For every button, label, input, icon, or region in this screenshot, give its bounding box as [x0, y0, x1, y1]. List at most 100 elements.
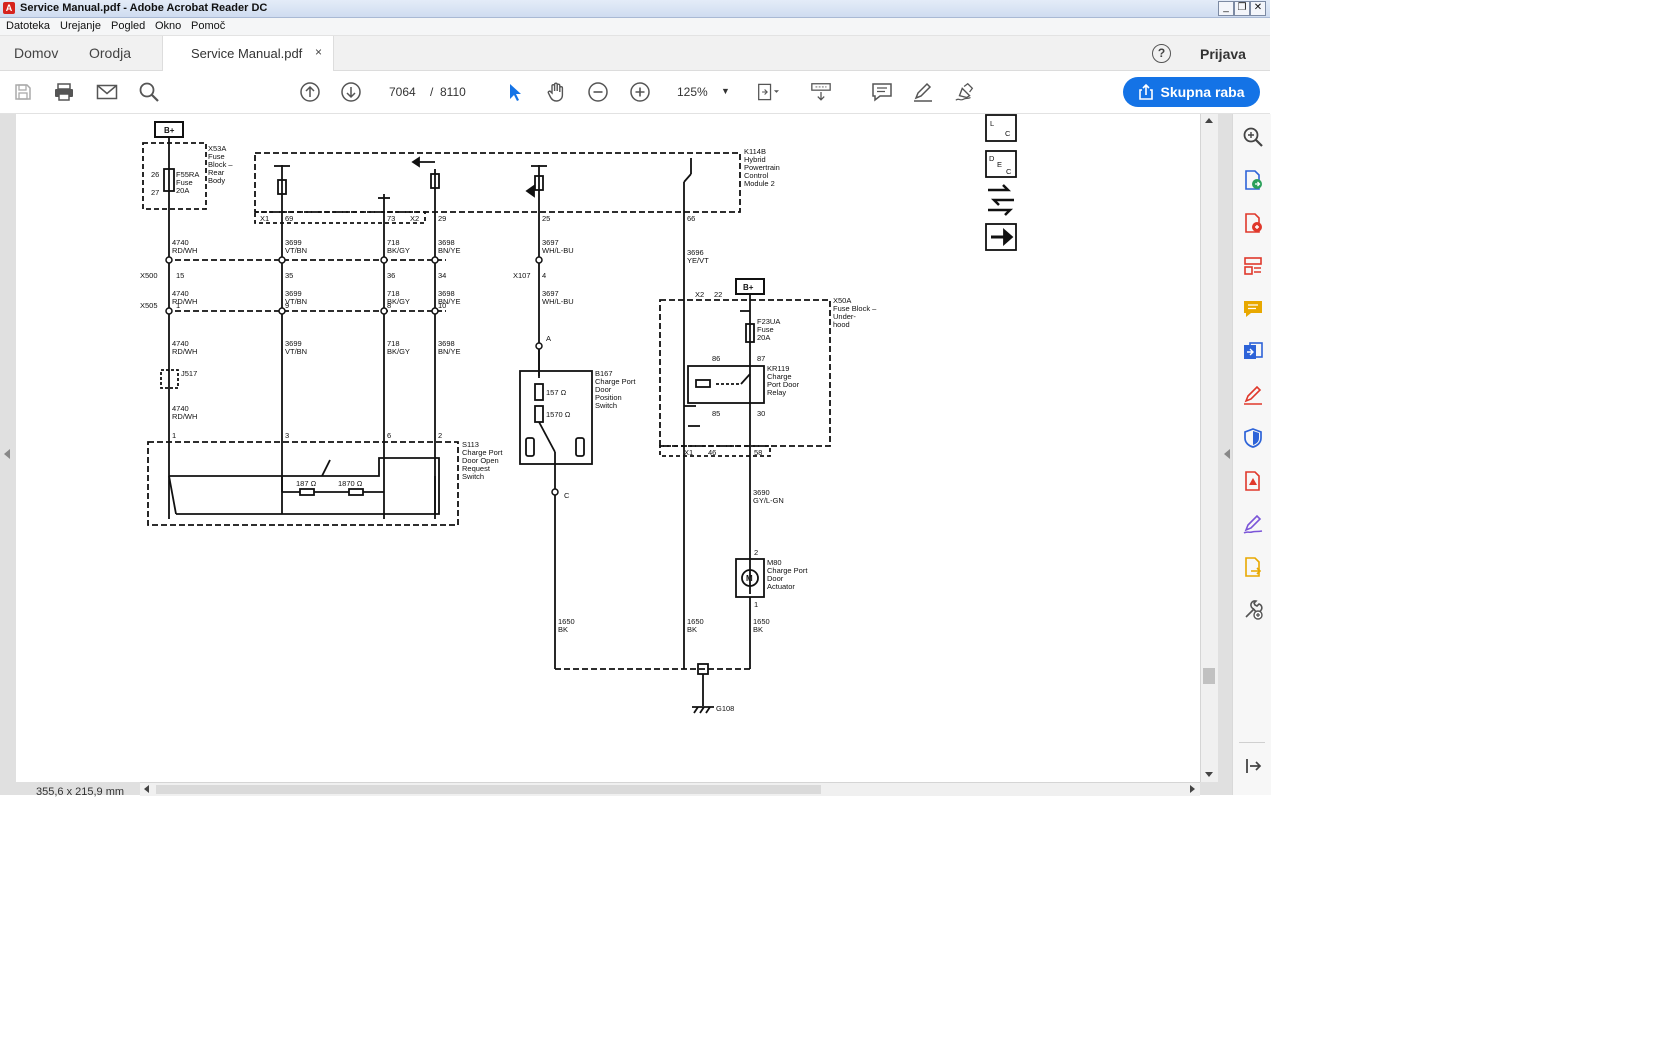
x500-pin: 15 — [176, 271, 184, 280]
right-panel-collapse-icon[interactable] — [1224, 449, 1230, 459]
request-signature-icon[interactable] — [1242, 513, 1264, 535]
wire-label: RD/WH — [172, 412, 197, 421]
organize-pages-icon[interactable] — [1242, 255, 1264, 277]
title-bar: A Service Manual.pdf - Adobe Acrobat Rea… — [0, 0, 1270, 18]
optimize-pdf-icon[interactable] — [1242, 470, 1264, 492]
k114b-conn: X1 — [260, 214, 269, 223]
create-pdf-icon[interactable] — [1242, 212, 1264, 234]
left-panel-toggle-icon[interactable] — [4, 449, 10, 459]
fit-page-icon[interactable] — [757, 81, 779, 103]
menu-edit[interactable]: Urejanje — [60, 20, 101, 32]
scroll-left-icon[interactable] — [144, 785, 149, 793]
wire-label: BN/YE — [438, 347, 461, 356]
kr119-label-4: Relay — [767, 388, 786, 397]
x50a-conn: 22 — [714, 290, 722, 299]
scroll-up-icon[interactable] — [1205, 118, 1213, 123]
close-tab-icon[interactable]: × — [315, 45, 322, 59]
highlight-pen-icon[interactable] — [912, 81, 934, 103]
zoom-level-select[interactable]: 125% — [677, 85, 708, 99]
kr119-pin: 87 — [757, 354, 765, 363]
search-icon[interactable] — [138, 81, 160, 103]
k114b-conn: 73 — [387, 214, 395, 223]
comment-tool-icon[interactable] — [1242, 298, 1264, 320]
wire-label: RD/WH — [172, 246, 197, 255]
x1-pin: 58 — [754, 448, 762, 457]
f23ua-label-3: 20A — [757, 333, 770, 342]
k114b-conn: 66 — [687, 214, 695, 223]
x53a-label-5: Body — [208, 176, 225, 185]
vertical-scroll-thumb[interactable] — [1203, 668, 1215, 684]
wire-label: YE/VT — [687, 256, 709, 265]
wiring-schematic: B+ X53A Fuse Block – Rear Body F55RA Fus… — [140, 114, 1017, 714]
minimize-button[interactable]: _ — [1218, 1, 1234, 16]
help-icon[interactable]: ? — [1152, 44, 1171, 63]
zoom-in-icon[interactable] — [629, 81, 651, 103]
restore-button[interactable]: ❐ — [1234, 1, 1250, 16]
horizontal-scroll-thumb[interactable] — [156, 785, 821, 794]
document-tab-label: Service Manual.pdf — [191, 46, 303, 61]
more-tools-icon[interactable] — [1242, 599, 1264, 621]
zoom-tool-icon[interactable] — [1242, 126, 1264, 148]
m80-label-4: Actuator — [767, 582, 795, 591]
zoom-dropdown-icon[interactable]: ▼ — [721, 86, 730, 96]
vertical-scrollbar[interactable] — [1200, 114, 1218, 782]
wire-label: BK/GY — [387, 347, 410, 356]
share-button[interactable]: Skupna raba — [1123, 77, 1260, 107]
email-icon[interactable] — [96, 81, 118, 103]
zoom-out-icon[interactable] — [587, 81, 609, 103]
menu-help[interactable]: Pomoč — [191, 20, 225, 32]
s113-pin: 3 — [285, 431, 289, 440]
menu-file[interactable]: Datoteka — [6, 20, 50, 32]
tab-document[interactable]: Service Manual.pdf × — [162, 36, 334, 71]
protect-icon[interactable] — [1242, 427, 1264, 449]
collapse-panel-icon[interactable] — [1242, 755, 1264, 777]
s113-pin: 2 — [438, 431, 442, 440]
menu-window[interactable]: Okno — [155, 20, 181, 32]
scroll-down-icon[interactable] — [1205, 772, 1213, 777]
x505-pin: 10 — [438, 301, 446, 310]
page-up-icon[interactable] — [299, 81, 321, 103]
sign-icon[interactable] — [954, 81, 976, 103]
send-file-icon[interactable] — [1242, 556, 1264, 578]
wire-label: VT/BN — [285, 246, 307, 255]
kr119-pin: 86 — [712, 354, 720, 363]
x500-pin: 35 — [285, 271, 293, 280]
legend-box-desc: E — [997, 160, 1002, 169]
s113-resistor: 1870 Ω — [338, 479, 363, 488]
tab-tools[interactable]: Orodja — [89, 45, 131, 61]
pdf-page: B+ X53A Fuse Block – Rear Body F55RA Fus… — [16, 114, 1200, 782]
menu-view[interactable]: Pogled — [111, 20, 145, 32]
share-button-label: Skupna raba — [1160, 84, 1245, 100]
total-pages: 8110 — [440, 85, 466, 99]
select-cursor-icon[interactable] — [504, 81, 526, 103]
close-window-button[interactable]: ✕ — [1250, 1, 1266, 16]
tab-home[interactable]: Domov — [14, 45, 58, 61]
page-separator: / — [430, 85, 434, 99]
export-pdf-icon[interactable] — [1242, 169, 1264, 191]
b167-resistor: 1570 Ω — [546, 410, 571, 419]
hand-icon[interactable] — [545, 81, 567, 103]
page-down-icon[interactable] — [340, 81, 362, 103]
fill-sign-icon[interactable] — [1242, 384, 1264, 406]
current-page-input[interactable]: 7064 — [389, 85, 416, 99]
send-for-review-icon[interactable] — [1242, 341, 1264, 363]
document-area[interactable]: B+ X53A Fuse Block – Rear Body F55RA Fus… — [0, 114, 1232, 796]
scroll-mode-icon[interactable] — [810, 81, 832, 103]
comment-icon[interactable] — [871, 81, 893, 103]
save-icon[interactable] — [12, 81, 34, 103]
horizontal-scrollbar[interactable] — [140, 782, 1200, 796]
f55ra-label-3: 20A — [176, 186, 189, 195]
k114b-conn: 29 — [438, 214, 446, 223]
wire-label: RD/WH — [172, 347, 197, 356]
print-icon[interactable] — [53, 81, 75, 103]
x505-pin: 8 — [387, 301, 391, 310]
k114b-conn: X2 — [410, 214, 419, 223]
b-plus-left-label: B+ — [164, 126, 175, 135]
panel-divider — [1239, 742, 1265, 743]
sign-in-link[interactable]: Prijava — [1200, 46, 1246, 62]
k114b-label-5: Module 2 — [744, 179, 775, 188]
s113-resistor: 187 Ω — [296, 479, 317, 488]
legend-box-desc: C — [1006, 167, 1012, 176]
scroll-right-icon[interactable] — [1190, 785, 1195, 793]
menu-bar: Datoteka Urejanje Pogled Okno Pomoč — [0, 18, 1270, 36]
